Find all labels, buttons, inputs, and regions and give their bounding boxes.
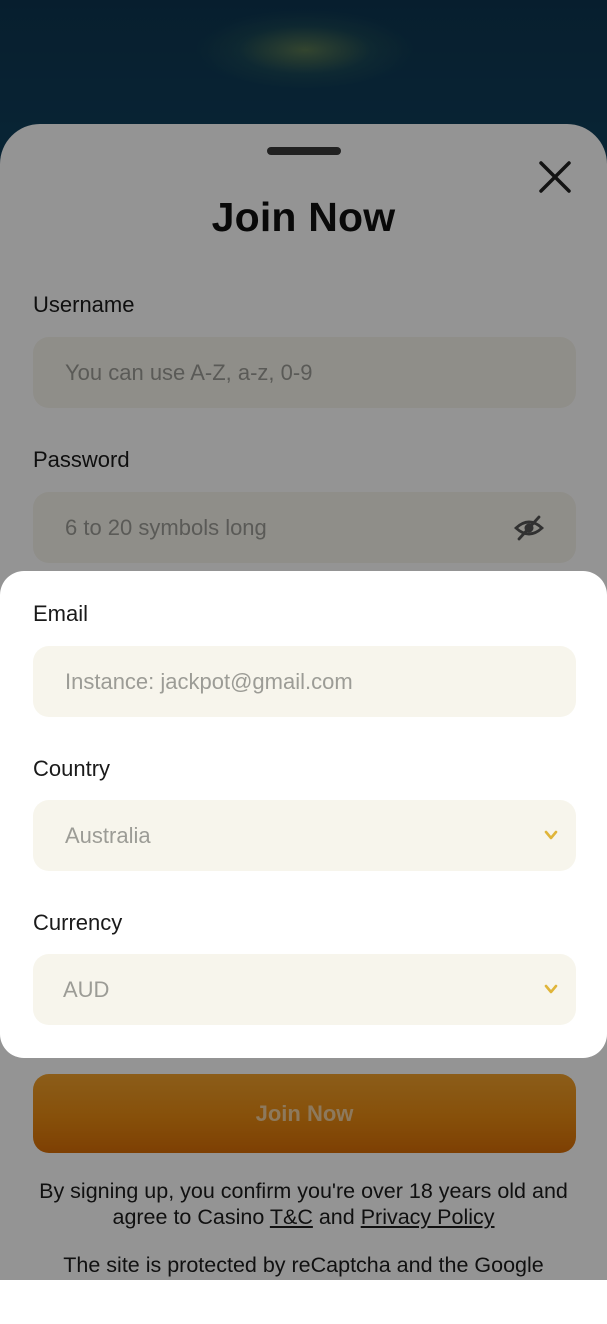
highlighted-section: Email Country Australia Currency AUD — [0, 571, 607, 1058]
eye-off-icon[interactable] — [514, 514, 544, 542]
terms-line-1: By signing up, you confirm you're over 1… — [39, 1179, 568, 1203]
terms-prefix: agree to Casino — [112, 1205, 270, 1229]
chevron-down-icon — [544, 984, 558, 994]
terms-and: and — [312, 1205, 361, 1229]
password-label: Password — [33, 447, 130, 472]
modal-title: Join Now — [211, 194, 396, 240]
username-field[interactable] — [33, 337, 576, 408]
currency-value: AUD — [63, 977, 110, 1002]
username-input[interactable] — [65, 337, 505, 408]
currency-label: Currency — [33, 910, 123, 935]
terms-text: By signing up, you confirm you're over 1… — [20, 1178, 587, 1230]
close-button[interactable] — [534, 156, 576, 198]
tc-link[interactable]: T&C — [270, 1205, 313, 1229]
username-label: Username — [33, 292, 135, 317]
country-value: Australia — [65, 823, 151, 848]
close-icon — [539, 161, 571, 193]
password-input[interactable] — [65, 492, 505, 563]
terms-line-2: agree to Casino T&C and Privacy Policy — [20, 1204, 587, 1230]
country-select[interactable]: Australia — [33, 800, 576, 871]
currency-select[interactable]: AUD — [33, 954, 576, 1025]
email-label: Email — [33, 601, 89, 626]
email-field[interactable] — [33, 646, 576, 717]
recaptcha-notice: The site is protected by reCaptcha and t… — [63, 1253, 544, 1277]
privacy-policy-link[interactable]: Privacy Policy — [361, 1205, 495, 1229]
country-label: Country — [33, 756, 111, 781]
drag-handle[interactable] — [267, 147, 341, 155]
password-field[interactable] — [33, 492, 576, 563]
chevron-down-icon — [544, 830, 558, 840]
email-input[interactable] — [65, 646, 505, 717]
join-now-button[interactable]: Join Now — [33, 1074, 576, 1153]
